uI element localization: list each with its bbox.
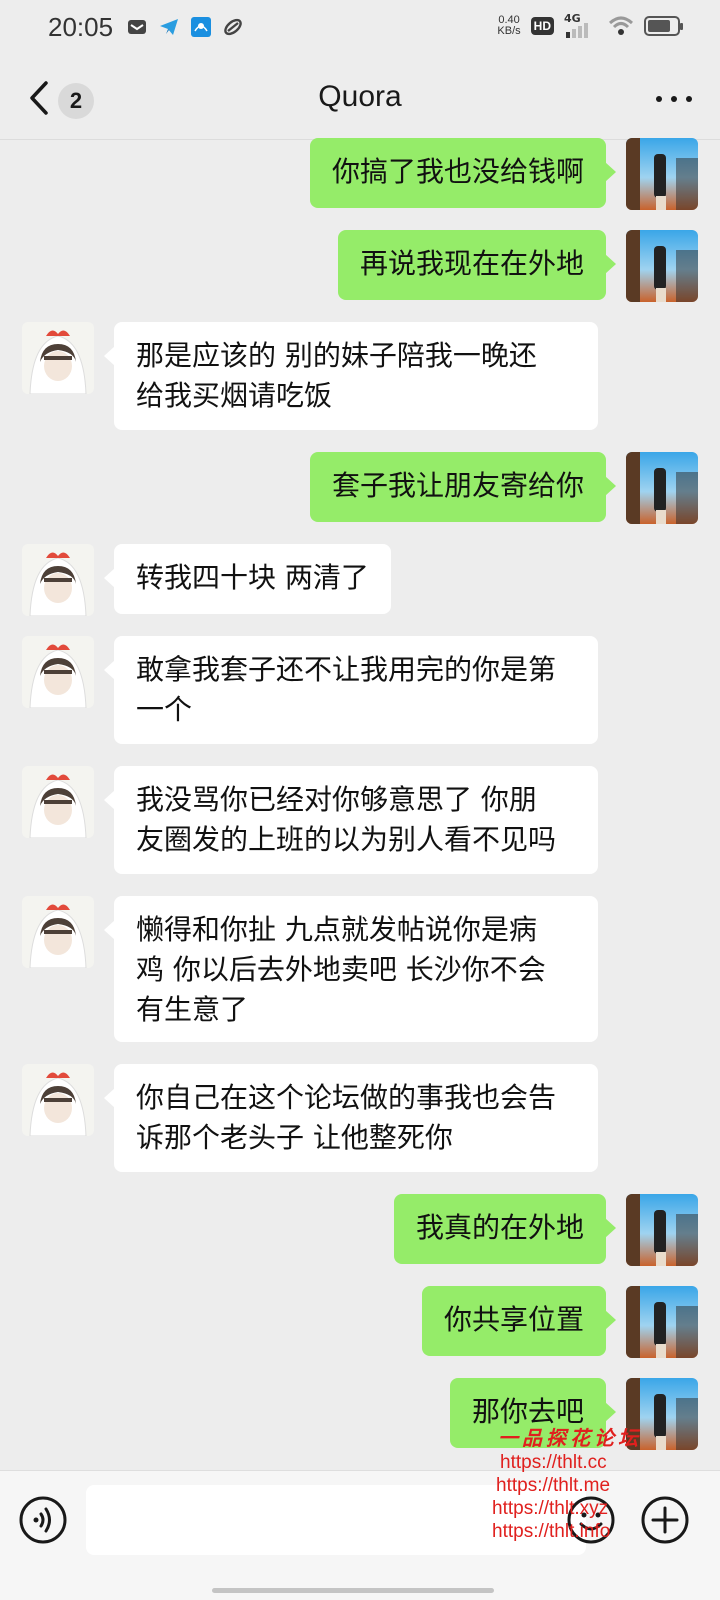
message-line: 有生意了	[136, 993, 249, 1026]
my-avatar[interactable]	[626, 452, 698, 524]
watermark-title: 一品探花论坛	[498, 1426, 642, 1450]
message-line: 友圈发的上班的以为别人看不见吗	[136, 823, 557, 856]
message-line: 敢拿我套子还不让我用完的你是第	[136, 653, 557, 686]
my-message-bubble[interactable]: 我真的在外地	[393, 1194, 617, 1264]
hd-badge: HD	[530, 17, 554, 35]
voice-button[interactable]	[18, 1495, 68, 1545]
home-indicator[interactable]	[212, 1588, 494, 1593]
network-speed: 0.40 KB/s	[497, 15, 520, 37]
contact-message-bubble[interactable]: 转我四十块 两清了	[104, 544, 391, 614]
contact-message-bubble[interactable]: 那是应该的 别的妹子陪我一晚还 给我买烟请吃饭	[104, 322, 598, 430]
contact-avatar[interactable]	[22, 544, 94, 616]
voice-icon	[19, 1496, 67, 1544]
message-line: 我没骂你已经对你够意思了 你朋	[136, 783, 537, 816]
battery-icon	[644, 16, 683, 36]
watermark: 一品探花论坛 https://thlt.cc https://thlt.me h…	[492, 1422, 662, 1543]
message-line: 鸡 你以后去外地卖吧 长沙你不会	[136, 953, 546, 986]
contact-avatar[interactable]	[22, 766, 94, 838]
net-speed-unit: KB/s	[497, 25, 521, 37]
message-line: 诉那个老头子 让他整死你	[136, 1121, 453, 1154]
system-indicators: 0.40 KB/s HD 4G	[497, 12, 683, 38]
chat-header: 2 Quora	[0, 56, 720, 140]
my-message-bubble[interactable]: 你共享位置	[421, 1286, 617, 1356]
my-message-bubble[interactable]: 再说我现在在外地	[337, 230, 617, 300]
my-avatar[interactable]	[626, 138, 698, 210]
my-avatar[interactable]	[626, 1194, 698, 1266]
more-button[interactable]	[656, 92, 692, 106]
watermark-link: https://thlt.me	[496, 1475, 611, 1496]
contact-avatar[interactable]	[22, 322, 94, 394]
contact-message-bubble[interactable]: 懒得和你扯 九点就发帖说你是病 鸡 你以后去外地卖吧 长沙你不会 有生意了	[104, 896, 598, 1042]
contact-avatar[interactable]	[22, 636, 94, 708]
watermark-link: https://thlt.info	[492, 1521, 611, 1542]
my-avatar[interactable]	[626, 1286, 698, 1358]
contact-avatar[interactable]	[22, 896, 94, 968]
message-line: 给我买烟请吃饭	[136, 379, 333, 412]
message-line: 那是应该的 别的妹子陪我一晚还	[136, 339, 537, 372]
cellular-signal-icon: 4G	[564, 12, 598, 38]
notification-icons	[126, 16, 244, 38]
status-bar: 20:05 0.40 KB/s HD 4G	[0, 0, 720, 56]
contact-message-bubble[interactable]: 你自己在这个论坛做的事我也会告 诉那个老头子 让他整死你	[104, 1064, 598, 1172]
message-line: 一个	[136, 693, 193, 726]
contact-message-bubble[interactable]: 敢拿我套子还不让我用完的你是第 一个	[104, 636, 598, 744]
mail-icon	[126, 16, 148, 38]
contact-message-bubble[interactable]: 我没骂你已经对你够意思了 你朋 友圈发的上班的以为别人看不见吗	[104, 766, 598, 874]
chat-title: Quora	[318, 80, 402, 113]
wifi-signal-icon	[608, 15, 634, 37]
status-time: 20:05	[48, 12, 114, 42]
link-icon	[222, 16, 244, 38]
wifi-app-icon	[190, 16, 212, 38]
my-message-bubble[interactable]: 套子我让朋友寄给你	[309, 452, 617, 522]
message-line: 你自己在这个论坛做的事我也会告	[136, 1081, 557, 1114]
my-message-bubble[interactable]: 你搞了我也没给钱啊	[309, 138, 617, 208]
my-avatar[interactable]	[626, 230, 698, 302]
more-dots-icon	[656, 96, 662, 102]
contact-avatar[interactable]	[22, 1064, 94, 1136]
watermark-link: https://thlt.cc	[500, 1452, 607, 1473]
watermark-link: https://thlt.xyz	[492, 1498, 609, 1519]
telegram-icon	[158, 16, 180, 38]
message-line: 懒得和你扯 九点就发帖说你是病	[136, 913, 537, 946]
